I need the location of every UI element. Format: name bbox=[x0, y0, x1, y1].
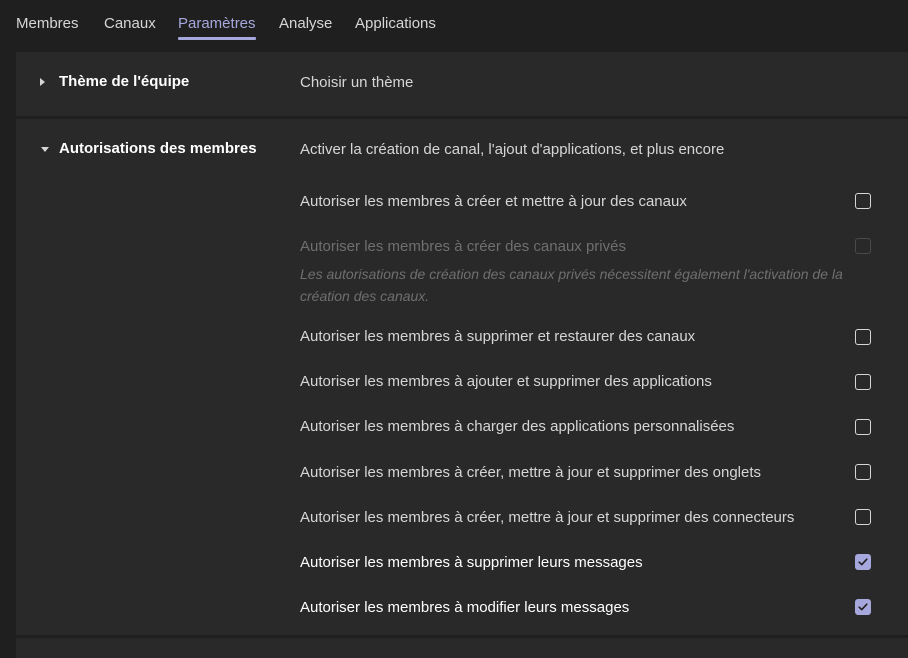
option-create-private-channels-checkbox bbox=[855, 238, 871, 254]
chevron-right-icon[interactable] bbox=[40, 78, 45, 86]
option-add-remove-apps-label: Autoriser les membres à ajouter et suppr… bbox=[300, 373, 712, 390]
option-edit-messages-checkbox[interactable] bbox=[855, 599, 871, 615]
checkmark-icon bbox=[858, 603, 868, 611]
checkmark-icon bbox=[858, 558, 868, 566]
option-create-update-channels-checkbox[interactable] bbox=[855, 193, 871, 209]
option-delete-messages-label: Autoriser les membres à supprimer leurs … bbox=[300, 554, 643, 571]
option-manage-tabs-label: Autoriser les membres à créer, mettre à … bbox=[300, 464, 762, 481]
theme-section-description: Choisir un thème bbox=[300, 74, 414, 91]
theme-section-title[interactable]: Thème de l'équipe bbox=[59, 72, 189, 92]
permissions-section: Autorisations des membres Activer la cré… bbox=[16, 119, 908, 635]
tab-membres[interactable]: Membres bbox=[16, 14, 79, 34]
next-section bbox=[16, 638, 908, 658]
theme-section: Thème de l'équipe Choisir un thème bbox=[16, 52, 908, 116]
option-manage-connectors-checkbox[interactable] bbox=[855, 509, 871, 525]
tab-canaux[interactable]: Canaux bbox=[104, 14, 156, 34]
option-delete-restore-channels-checkbox[interactable] bbox=[855, 329, 871, 345]
tab-analyse[interactable]: Analyse bbox=[279, 14, 332, 34]
option-create-private-channels-label: Autoriser les membres à créer des canaux… bbox=[300, 238, 626, 255]
option-delete-restore-channels-label: Autoriser les membres à supprimer et res… bbox=[300, 328, 696, 345]
tab-bar: Membres Canaux Paramètres Analyse Applic… bbox=[0, 0, 908, 44]
option-upload-custom-apps-checkbox[interactable] bbox=[855, 419, 871, 435]
option-edit-messages-label: Autoriser les membres à modifier leurs m… bbox=[300, 599, 630, 616]
option-upload-custom-apps-label: Autoriser les membres à charger des appl… bbox=[300, 418, 735, 435]
private-channels-note: Les autorisations de création des canaux… bbox=[300, 266, 843, 304]
option-create-update-channels-label: Autoriser les membres à créer et mettre … bbox=[300, 193, 687, 210]
option-manage-connectors-label: Autoriser les membres à créer, mettre à … bbox=[300, 509, 795, 526]
chevron-down-icon[interactable] bbox=[41, 147, 49, 152]
option-delete-messages-checkbox[interactable] bbox=[855, 554, 871, 570]
option-manage-tabs-checkbox[interactable] bbox=[855, 464, 871, 480]
option-add-remove-apps-checkbox[interactable] bbox=[855, 374, 871, 390]
tab-applications[interactable]: Applications bbox=[355, 14, 436, 34]
tab-parametres[interactable]: Paramètres bbox=[178, 14, 256, 40]
permissions-section-title[interactable]: Autorisations des membres bbox=[59, 139, 257, 159]
permissions-section-description: Activer la création de canal, l'ajout d'… bbox=[300, 141, 725, 158]
